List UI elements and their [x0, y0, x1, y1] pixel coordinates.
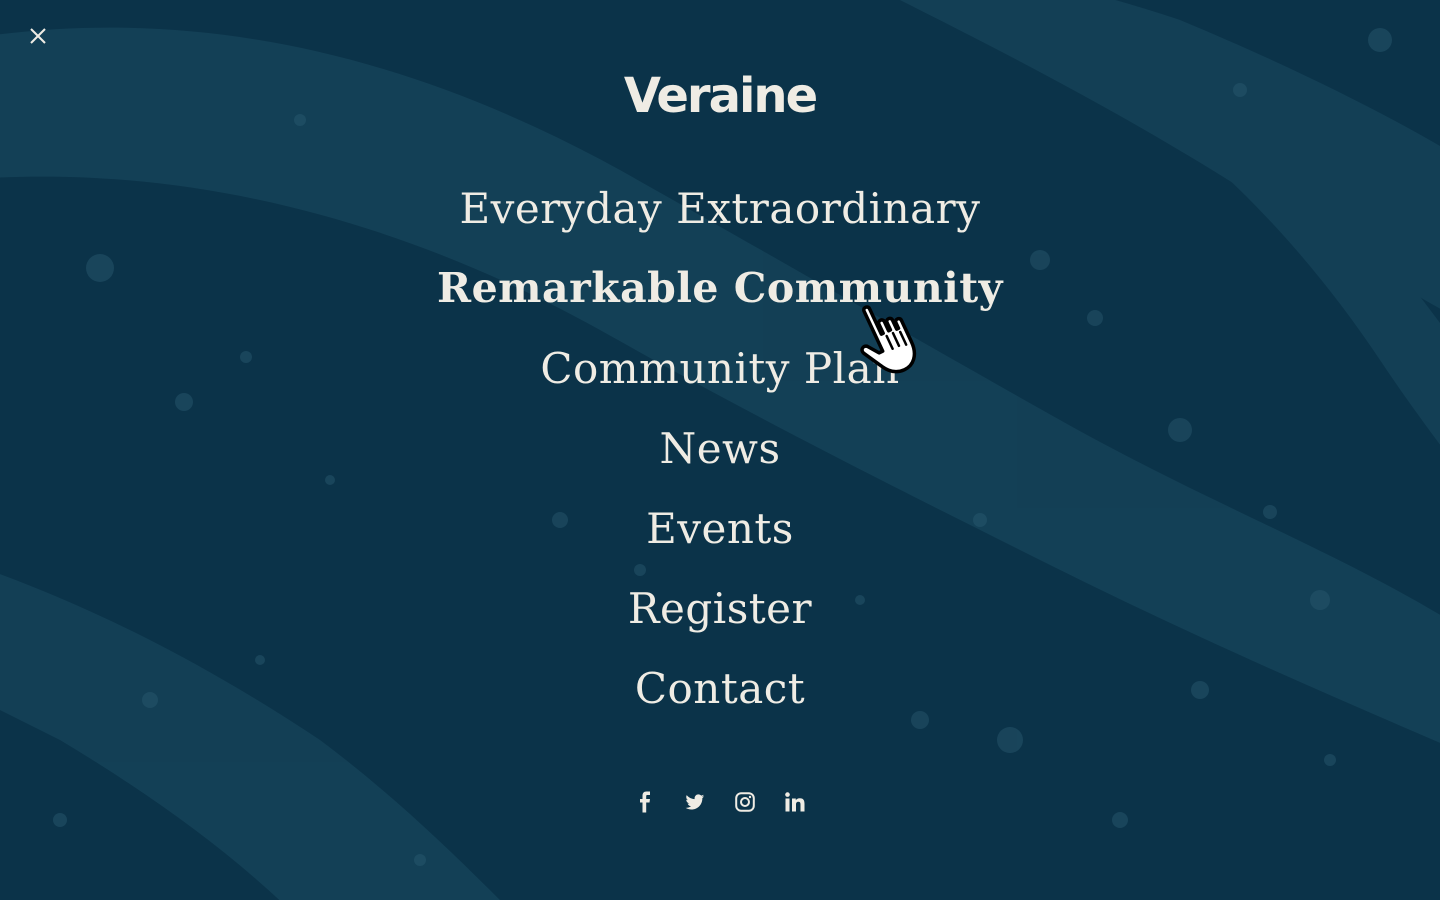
- menu-item-contact: Contact: [0, 648, 1440, 728]
- facebook-icon: [639, 791, 651, 817]
- menu-link-community-plan[interactable]: Community Plan: [540, 344, 899, 393]
- facebook-link[interactable]: [632, 786, 658, 822]
- twitter-link[interactable]: [682, 786, 708, 822]
- close-icon: [29, 27, 47, 49]
- main-menu: Everyday Extraordinary Remarkable Commun…: [0, 168, 1440, 728]
- menu-link-remarkable-community[interactable]: Remarkable Community: [437, 264, 1003, 312]
- menu-link-news[interactable]: News: [659, 424, 780, 473]
- menu-item-remarkable-community: Remarkable Community: [0, 248, 1440, 328]
- menu-link-register[interactable]: Register: [628, 584, 812, 633]
- menu-item-everyday-extraordinary: Everyday Extraordinary: [0, 168, 1440, 248]
- menu-link-contact[interactable]: Contact: [635, 664, 805, 713]
- linkedin-icon: [785, 792, 805, 816]
- instagram-link[interactable]: [732, 786, 758, 822]
- menu-item-community-plan: Community Plan: [0, 328, 1440, 408]
- social-links: [0, 786, 1440, 822]
- menu-item-news: News: [0, 408, 1440, 488]
- brand-logo[interactable]: Veraine: [0, 68, 1440, 124]
- menu-item-register: Register: [0, 568, 1440, 648]
- close-button[interactable]: [24, 24, 52, 52]
- menu-link-everyday-extraordinary[interactable]: Everyday Extraordinary: [460, 184, 981, 233]
- linkedin-link[interactable]: [782, 786, 808, 822]
- instagram-icon: [735, 792, 755, 816]
- menu-item-events: Events: [0, 488, 1440, 568]
- twitter-icon: [685, 793, 705, 815]
- menu-link-events[interactable]: Events: [646, 504, 794, 553]
